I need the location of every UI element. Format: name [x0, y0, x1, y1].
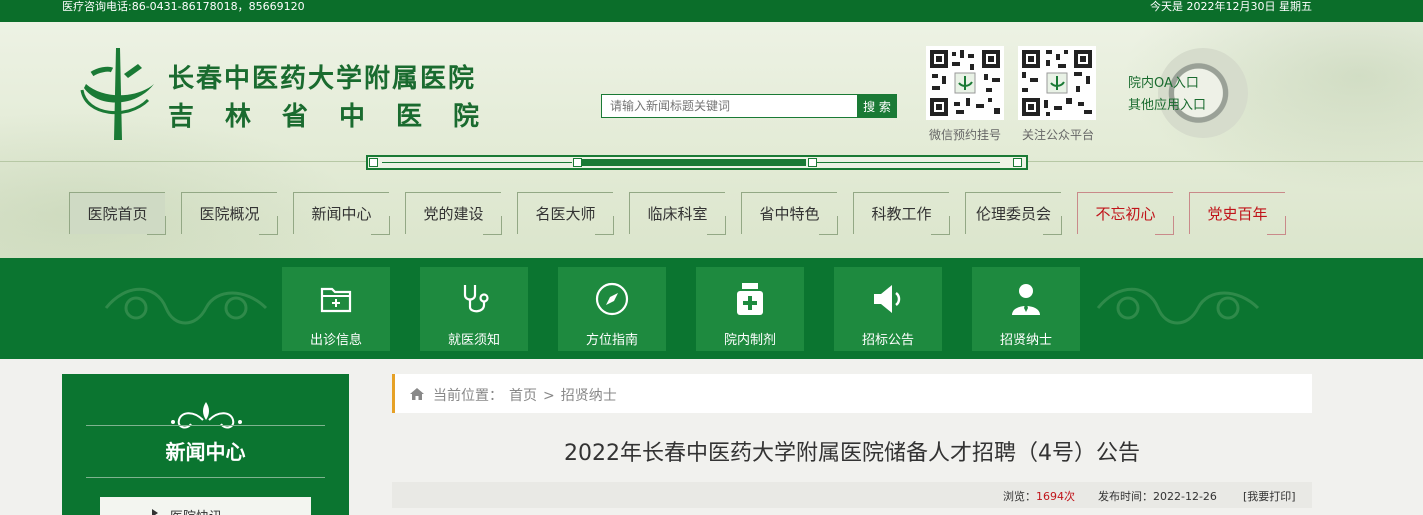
print-button[interactable]: [我要打印]	[1243, 488, 1296, 504]
publish-date: 2022-12-26	[1153, 490, 1217, 503]
speaker-icon	[874, 285, 901, 313]
decor-swirl-icon	[1096, 287, 1260, 325]
home-icon	[410, 388, 424, 400]
stethoscope-icon	[463, 285, 489, 313]
nav-item-ethics[interactable]: 伦理委员会	[965, 192, 1062, 235]
nav-item-party-building[interactable]: 党的建设	[405, 192, 502, 235]
quick-link-preparations[interactable]: 院内制剂	[696, 267, 804, 351]
search-button[interactable]: 搜 索	[857, 94, 897, 118]
breadcrumb-separator: >	[543, 388, 555, 404]
top-bar: 医疗咨询电话:86-0431-86178018，85669120 今天是 202…	[0, 0, 1423, 22]
user-icon	[1012, 284, 1040, 315]
quick-link-label: 招标公告	[861, 333, 914, 348]
sidebar-title: 新闻中心	[165, 440, 246, 464]
other-apps-link[interactable]: 其他应用入口	[1128, 94, 1206, 113]
publish-label: 发布时间：	[1098, 490, 1153, 503]
quick-link-label: 院内制剂	[723, 333, 776, 348]
quick-links-band: 出诊信息 就医须知 方位指南 院内制剂 招标公告 招贤纳士	[0, 258, 1423, 359]
date-text: 今天是 2022年12月30日 星期五	[1150, 0, 1312, 13]
nav-item-features[interactable]: 省中特色	[741, 192, 838, 235]
qr-code-icon	[928, 48, 1002, 118]
hospital-logo-icon[interactable]	[78, 44, 158, 144]
caret-right-icon	[152, 509, 158, 515]
nav-item-research[interactable]: 科教工作	[853, 192, 950, 235]
breadcrumb-home-link[interactable]: 首页	[509, 388, 537, 404]
quick-link-directions[interactable]: 方位指南	[558, 267, 666, 351]
hotline-text: 医疗咨询电话:86-0431-86178018，85669120	[62, 0, 305, 13]
oa-entry-link[interactable]: 院内OA入口	[1128, 72, 1199, 91]
decor-ornament-icon	[171, 402, 242, 429]
qr-code-icon	[1020, 48, 1094, 118]
nav-item-departments[interactable]: 临床科室	[629, 192, 726, 235]
article-meta: 浏览：1694次 发布时间：2022-12-26 [我要打印]	[392, 482, 1312, 508]
hospital-name-secondary: 吉林省中医院	[168, 102, 511, 132]
site-header: 长春中医药大学附属医院 吉林省中医院 搜 索 微信预约挂号	[0, 22, 1423, 258]
decor-scroll-bar	[366, 155, 1028, 170]
decor-swirl-icon	[104, 287, 268, 325]
quick-link-label: 就医须知	[447, 333, 500, 348]
nav-item-home[interactable]: 医院首页	[69, 192, 166, 235]
official-qr-code	[1018, 46, 1096, 120]
official-qr-caption: 关注公众平台	[1022, 128, 1095, 142]
breadcrumb: 当前位置： 首页 > 招贤纳士	[392, 374, 1312, 413]
nav-item-party-history[interactable]: 党史百年	[1189, 192, 1286, 235]
quick-link-label: 方位指南	[585, 333, 638, 348]
quick-link-label: 出诊信息	[309, 333, 362, 348]
compass-icon	[595, 282, 629, 316]
medicine-bottle-icon	[737, 283, 763, 315]
views-label: 浏览：	[1003, 490, 1036, 503]
sidebar-item-hospital-news[interactable]: 医院快讯	[100, 497, 311, 515]
article-title: 2022年长春中医药大学附属医院储备人才招聘（4号）公告	[564, 441, 1140, 466]
news-search: 搜 索	[601, 94, 897, 118]
wechat-qr-code	[926, 46, 1004, 120]
quick-link-visit-guide[interactable]: 就医须知	[420, 267, 528, 351]
nav-item-news[interactable]: 新闻中心	[293, 192, 390, 235]
decor-ink-circle	[1158, 48, 1248, 138]
folder-plus-icon	[320, 287, 352, 313]
nav-item-overview[interactable]: 医院概况	[181, 192, 278, 235]
quick-link-outpatient-schedule[interactable]: 出诊信息	[282, 267, 390, 351]
hospital-name-primary: 长春中医药大学附属医院	[168, 64, 477, 94]
quick-link-label: 招贤纳士	[999, 333, 1052, 348]
wechat-qr-caption: 微信预约挂号	[929, 128, 1002, 142]
sidebar-rule	[86, 477, 325, 478]
sidebar-item-label: 医院快讯	[170, 506, 222, 515]
breadcrumb-current-link[interactable]: 招贤纳士	[561, 388, 617, 404]
search-input[interactable]	[601, 94, 858, 118]
breadcrumb-prefix: 当前位置：	[433, 388, 503, 404]
quick-link-tender-notices[interactable]: 招标公告	[834, 267, 942, 351]
nav-item-famous-doctors[interactable]: 名医大师	[517, 192, 614, 235]
views-count: 1694次	[1036, 490, 1075, 503]
sidebar-rule	[86, 425, 325, 426]
nav-item-original-aspiration[interactable]: 不忘初心	[1077, 192, 1174, 235]
quick-link-recruitment[interactable]: 招贤纳士	[972, 267, 1080, 351]
sidebar: 新闻中心 医院快讯	[62, 374, 349, 515]
